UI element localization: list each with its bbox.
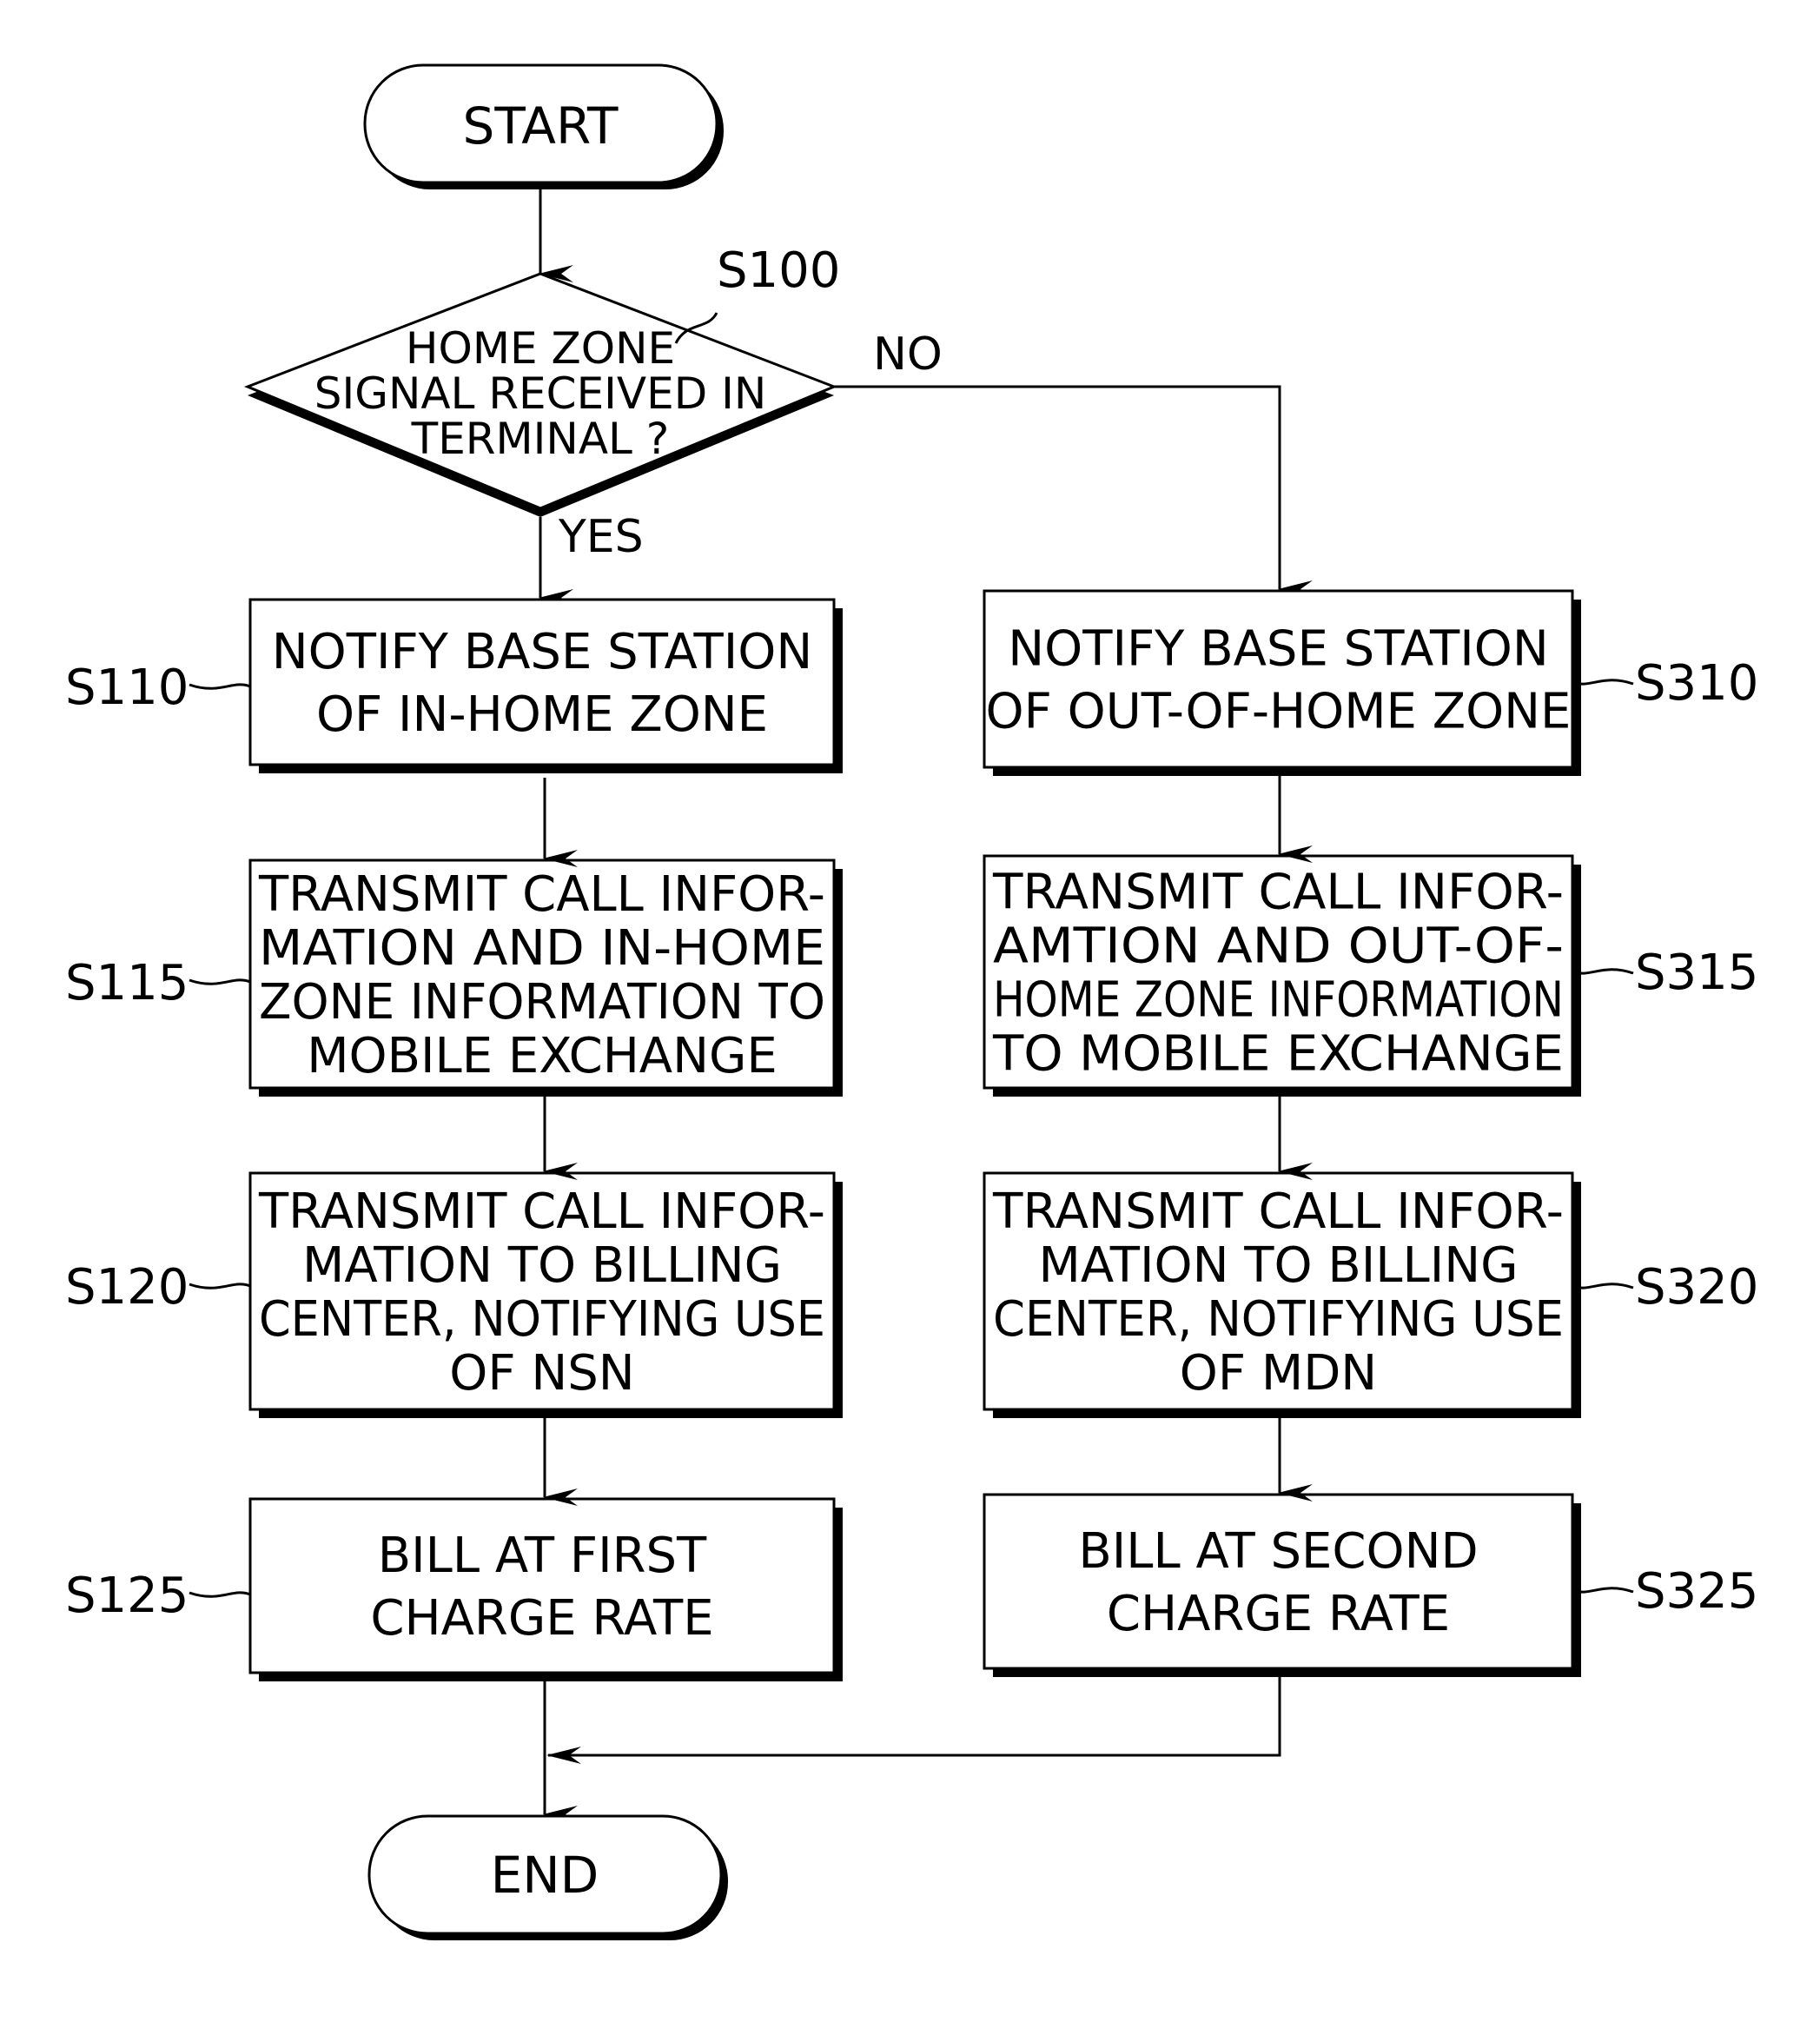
box-text-line: CHARGE RATE <box>1107 1586 1450 1642</box>
end-terminator: END <box>367 1814 728 1940</box>
process-box-s120: TRANSMIT CALL INFOR-MATION TO BILLINGCEN… <box>248 1171 843 1418</box>
box-text-line: OF OUT-OF-HOME ZONE <box>986 684 1572 740</box>
step-label-s315: S315 <box>1635 945 1758 1001</box>
box-text-line: OF MDN <box>1180 1345 1377 1402</box>
box-text-line: CENTER, NOTIFYING USE <box>993 1291 1564 1348</box>
step-label-s310: S310 <box>1635 655 1758 712</box>
box-text-line: MATION TO BILLING <box>302 1237 782 1294</box>
box-text-line: TRANSMIT CALL INFOR- <box>992 865 1564 921</box>
start-terminator: START <box>363 63 724 189</box>
decision-line-2: SIGNAL RECEIVED IN <box>314 368 767 419</box>
decision-line-1: HOME ZONE <box>406 323 675 374</box>
box-text-line: TRANSMIT CALL INFOR- <box>992 1183 1564 1240</box>
box-text-line: TRANSMIT CALL INFOR- <box>258 866 825 923</box>
step-label-s110: S110 <box>65 660 189 716</box>
box-text-line: CENTER, NOTIFYING USE <box>259 1291 825 1348</box>
box-text-line: HOME ZONE INFORMATION <box>993 972 1564 1029</box>
box-text-line: OF NSN <box>449 1345 634 1402</box>
no-label: NO <box>873 328 943 381</box>
box-text-line: CHARGE RATE <box>370 1590 713 1647</box>
leader-s315 <box>1572 968 1634 975</box>
process-box-s110: NOTIFY BASE STATION OF IN-HOME ZONE <box>248 598 843 773</box>
decision-diamond: HOME ZONE SIGNAL RECEIVED IN TERMINAL ? <box>243 272 838 517</box>
process-box-s320: TRANSMIT CALL INFOR-MATION TO BILLINGCEN… <box>983 1171 1581 1418</box>
leader-s110 <box>189 683 251 690</box>
leader-s125 <box>189 1591 251 1598</box>
box-text-line: NOTIFY BASE STATION <box>272 624 812 680</box>
box-text-line: MOBILE EXCHANGE <box>307 1028 778 1084</box>
leader-s310 <box>1572 679 1634 686</box>
step-label-s100: S100 <box>717 242 840 299</box>
box-text-line: TRANSMIT CALL INFOR- <box>258 1183 825 1240</box>
box-text-line: NOTIFY BASE STATION <box>1008 621 1548 678</box>
leader-s320 <box>1572 1283 1634 1290</box>
step-label-s125: S125 <box>65 1568 189 1624</box>
process-box-s125: BILL AT FIRST CHARGE RATE <box>248 1497 843 1681</box>
flowchart: START HOME ZONE SIGNAL RECEIVED IN TERMI… <box>65 63 1758 1940</box>
arrow-s325-to-merge <box>546 1677 1281 1764</box>
process-box-s325: BILL AT SECOND CHARGE RATE <box>983 1493 1581 1677</box>
decision-line-3: TERMINAL ? <box>411 414 670 464</box>
process-box-s310: NOTIFY BASE STATION OF OUT-OF-HOME ZONE <box>983 589 1581 776</box>
step-label-s320: S320 <box>1635 1259 1758 1316</box>
box-text-line: BILL AT FIRST <box>378 1528 707 1584</box>
leader-s120 <box>189 1283 251 1290</box>
process-box-s115: TRANSMIT CALL INFOR-MATION AND IN-HOMEZO… <box>248 859 843 1097</box>
box-text-line: BILL AT SECOND <box>1078 1523 1478 1580</box>
box-text-line: ZONE INFORMATION TO <box>259 974 825 1031</box>
process-box-s315: TRANSMIT CALL INFOR-AMTION AND OUT-OF-HO… <box>983 854 1581 1097</box>
leader-s325 <box>1572 1587 1634 1594</box>
arrow-no-to-s310 <box>834 385 1313 598</box>
box-text-line: AMTION AND OUT-OF- <box>993 918 1564 975</box>
start-label: START <box>463 96 619 156</box>
box-text-line: MATION TO BILLING <box>1039 1237 1519 1294</box>
box-text-line: OF IN-HOME ZONE <box>316 686 768 743</box>
box-text-line: MATION AND IN-HOME <box>259 920 825 977</box>
step-label-s325: S325 <box>1635 1563 1758 1620</box>
step-label-s120: S120 <box>65 1259 189 1316</box>
box-text-line: TO MOBILE EXCHANGE <box>992 1026 1564 1083</box>
yes-label: YES <box>558 511 644 563</box>
end-label: END <box>491 1846 599 1905</box>
step-label-s115: S115 <box>65 955 189 1011</box>
leader-s115 <box>189 978 251 985</box>
